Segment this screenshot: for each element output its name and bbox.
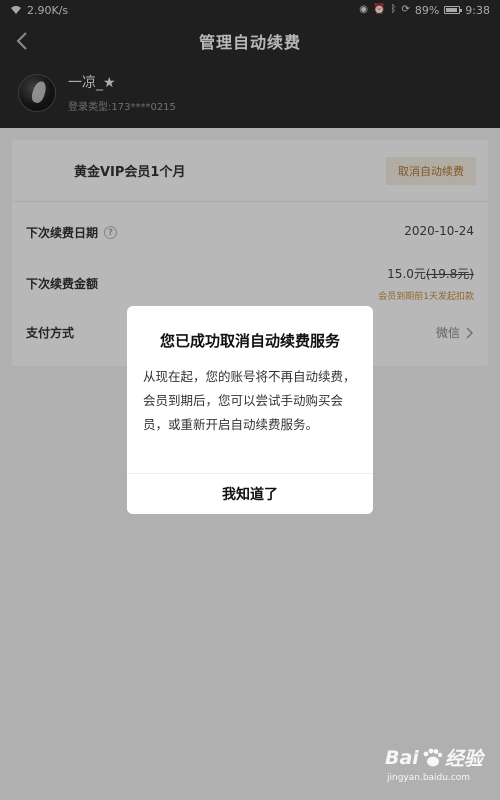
dialog-title: 您已成功取消自动续费服务 [159,332,340,350]
watermark-logo: Bai 经验 [385,744,495,771]
cancel-success-dialog: 您已成功取消自动续费服务 从现在起，您的账号将不再自动续费，会员到期后，您可以尝… [127,306,373,514]
paw-icon [423,748,443,766]
watermark-brand: Bai [385,746,419,769]
dialog-message: 从现在起，您的账号将不再自动续费，会员到期后，您可以尝试手动购买会员，或重新开启… [143,369,356,432]
watermark-url: jingyan.baidu.com [387,773,471,783]
watermark-brand-suffix: 经验 [444,748,483,770]
baidu-jingyan-watermark: Bai 经验 jingyan.baidu.com [385,744,495,794]
got-it-button[interactable]: 我知道了 [127,474,373,514]
